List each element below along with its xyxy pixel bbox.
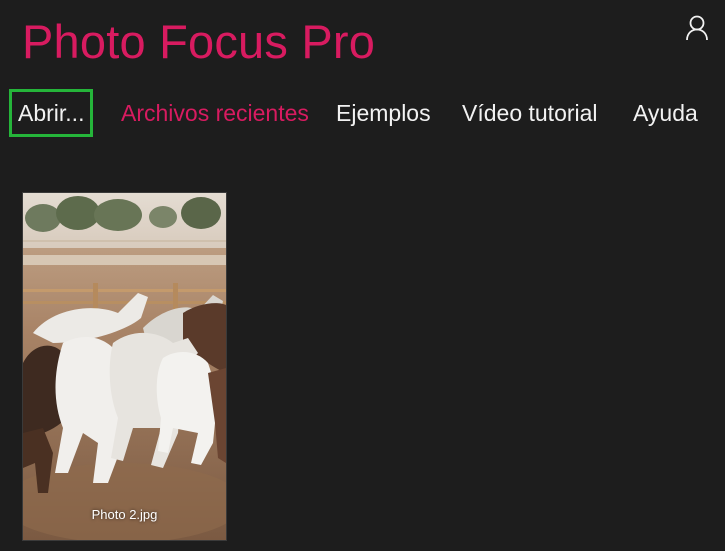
nav-item-help[interactable]: Ayuda xyxy=(633,92,698,134)
recent-file-name: Photo 2.jpg xyxy=(91,507,158,522)
recent-file-tile[interactable]: Photo 2.jpg xyxy=(22,192,227,541)
nav-item-open[interactable]: Abrir... xyxy=(8,89,94,137)
main-nav: Abrir... Archivos recientes Ejemplos Víd… xyxy=(0,89,725,138)
app-title: Photo Focus Pro xyxy=(22,15,376,68)
nav-item-examples[interactable]: Ejemplos xyxy=(336,92,431,134)
running-horses-photo xyxy=(23,193,226,540)
user-icon[interactable] xyxy=(684,14,710,42)
nav-item-recent-files[interactable]: Archivos recientes xyxy=(121,92,309,134)
nav-item-video-tutorial[interactable]: Vídeo tutorial xyxy=(462,92,598,134)
